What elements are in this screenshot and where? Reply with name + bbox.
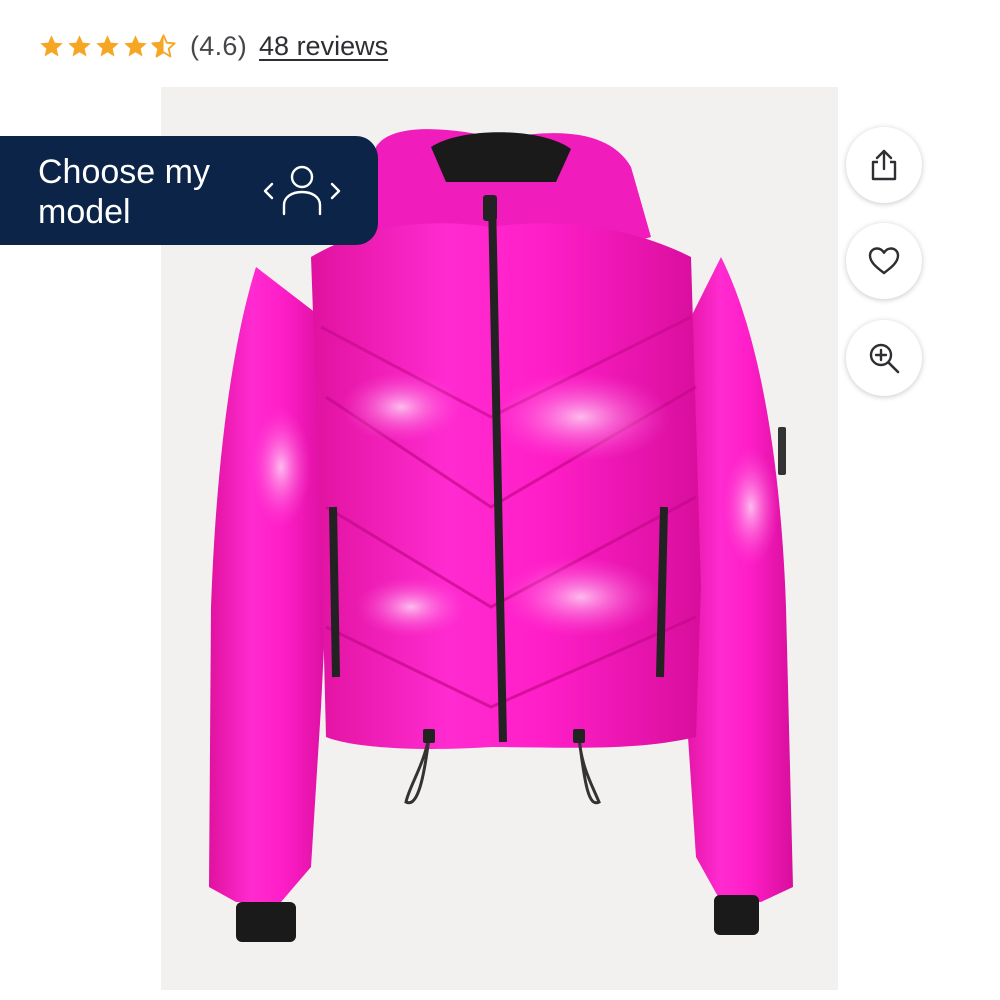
share-button[interactable]	[846, 127, 922, 203]
star-full-icon	[96, 34, 119, 57]
rating-row: (4.6) 48 reviews	[38, 26, 388, 66]
star-full-icon	[40, 34, 63, 57]
star-rating	[38, 33, 178, 60]
share-icon	[871, 149, 897, 181]
zoom-in-icon	[869, 343, 900, 374]
star-half-icon	[151, 33, 176, 57]
zoom-button[interactable]	[846, 320, 922, 396]
star-full-icon	[124, 34, 147, 57]
person-switch-icon	[263, 165, 341, 216]
reviews-link[interactable]: 48 reviews	[259, 31, 388, 62]
choose-my-model-label: Choose my model	[38, 153, 210, 231]
favorite-button[interactable]	[846, 223, 922, 299]
rating-value: (4.6)	[190, 30, 248, 61]
star-full-icon	[68, 34, 91, 57]
heart-icon	[868, 247, 900, 275]
